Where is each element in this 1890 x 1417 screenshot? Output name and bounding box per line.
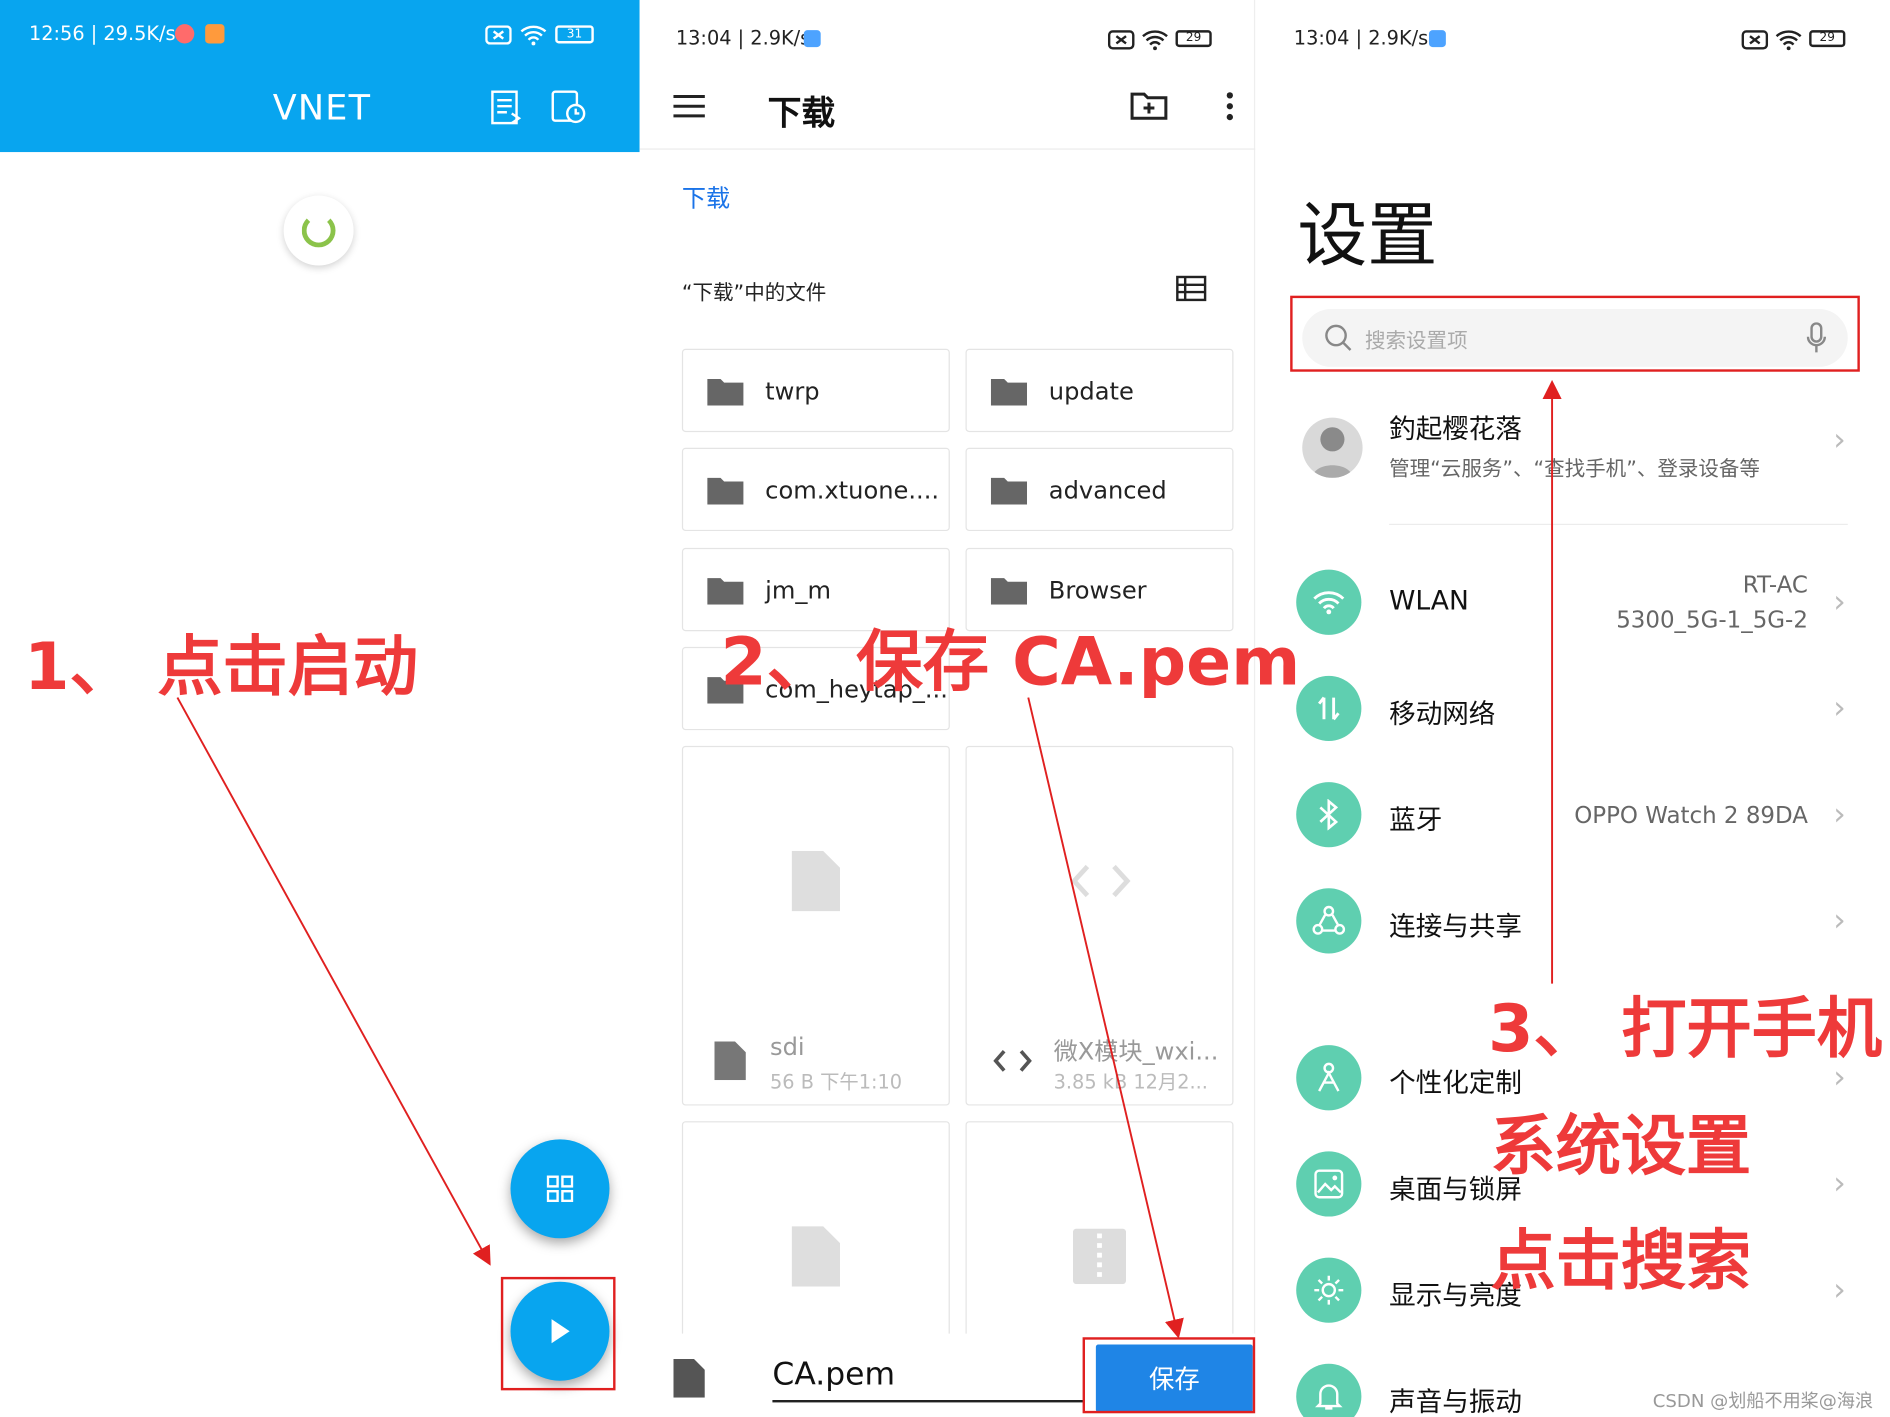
annotation-step3: 点击搜索 — [1490, 1222, 1752, 1299]
annotation-step3: 3、 打开手机 — [1488, 990, 1883, 1067]
watermark: CSDN @划船不用桨@海浪 — [1652, 1390, 1874, 1413]
annotation-step1: 1、 点击启动 — [24, 628, 419, 705]
annotation-arrows — [176, 379, 1562, 1339]
annotation-step3: 系统设置 — [1490, 1107, 1752, 1184]
annotation-step2: 2、 保存 CA.pem — [720, 622, 1301, 701]
